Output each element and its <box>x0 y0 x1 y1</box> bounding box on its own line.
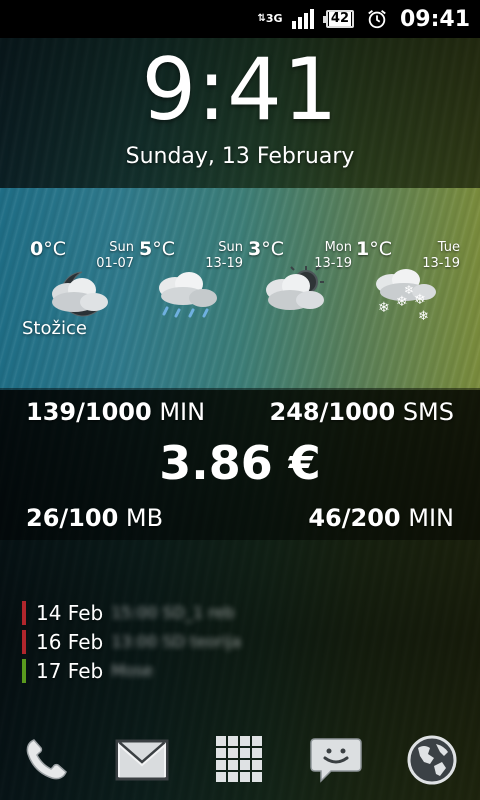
event-color-bar <box>22 658 26 683</box>
event-date: 14 Feb <box>36 600 104 625</box>
agenda-event[interactable]: 14 Feb 15:00 SD_1 reb <box>22 598 241 627</box>
event-date: 17 Feb <box>36 658 104 683</box>
event-title: 15:00 SD_1 reb <box>111 603 235 622</box>
partly-cloudy-icon <box>266 266 324 310</box>
forecast-day-name: Sun <box>109 240 134 255</box>
messaging-icon[interactable] <box>308 732 364 788</box>
svg-text:❄: ❄ <box>404 283 414 297</box>
event-color-bar <box>22 629 26 654</box>
svg-text:❄: ❄ <box>378 300 390 316</box>
forecast-day: 1°C Tue 13-19 ❄ ❄ ❄ ❄ ❄ <box>356 238 460 322</box>
phone-icon[interactable] <box>18 732 74 788</box>
battery-icon: 42 <box>322 10 354 28</box>
browser-globe-icon[interactable] <box>404 732 460 788</box>
calls-usage: 139/1000 MIN <box>26 398 206 426</box>
clock-date: Sunday, 13 February <box>125 144 355 169</box>
forecast-day-name: Mon <box>324 240 352 255</box>
event-color-bar <box>22 600 26 625</box>
agenda-event[interactable]: 16 Feb 13:00 SD teorija <box>22 627 241 656</box>
event-title: Mose <box>111 661 153 680</box>
calls-usage-secondary: 46/200 MIN <box>308 504 454 532</box>
weather-location: Stožice <box>22 318 87 339</box>
forecast-day: 5°C Sun 13-19 <box>139 236 251 336</box>
night-cloudy-icon <box>52 271 108 317</box>
forecast-day-name: Tue <box>437 240 460 255</box>
status-time: 09:41 <box>399 6 470 32</box>
forecast-day-name: Sun <box>218 240 243 255</box>
dock <box>0 726 480 794</box>
sms-usage: 248/1000 SMS <box>269 398 455 426</box>
app-drawer-icon[interactable] <box>212 732 268 788</box>
svg-text:❄: ❄ <box>414 292 426 308</box>
forecast-temp: 0 <box>30 238 44 260</box>
event-date: 16 Feb <box>36 629 104 654</box>
clock-time[interactable]: 9:41 <box>0 44 480 136</box>
rain-cloud-icon <box>159 272 217 318</box>
event-title: 13:00 SD teorija <box>111 632 242 651</box>
svg-text:❄: ❄ <box>418 309 429 322</box>
status-bar: ⇅ 3G 42 09:41 <box>0 0 480 38</box>
forecast-day: 3°C Mon 13-19 <box>248 236 360 336</box>
usage-panel[interactable]: 139/1000 MIN 248/1000 SMS 3.86 € 26/100 … <box>0 388 480 540</box>
snow-cloud-icon: ❄ ❄ ❄ ❄ ❄ <box>376 269 436 322</box>
data-3g-icon: ⇅ 3G <box>257 12 283 25</box>
signal-icon <box>291 9 314 29</box>
alarm-clock-icon <box>368 10 386 29</box>
agenda-event[interactable]: 17 Feb Mose <box>22 656 241 685</box>
battery-level: 42 <box>328 11 352 26</box>
gmail-icon[interactable] <box>114 732 170 788</box>
forecast-temp: 5 <box>139 238 153 260</box>
data-usage: 26/100 MB <box>26 504 164 532</box>
account-balance: 3.86 € <box>159 436 321 490</box>
calendar-agenda[interactable]: 14 Feb 15:00 SD_1 reb 16 Feb 13:00 SD te… <box>22 598 241 685</box>
forecast-temp: 3 <box>248 238 262 260</box>
forecast-temp: 1 <box>356 238 370 260</box>
